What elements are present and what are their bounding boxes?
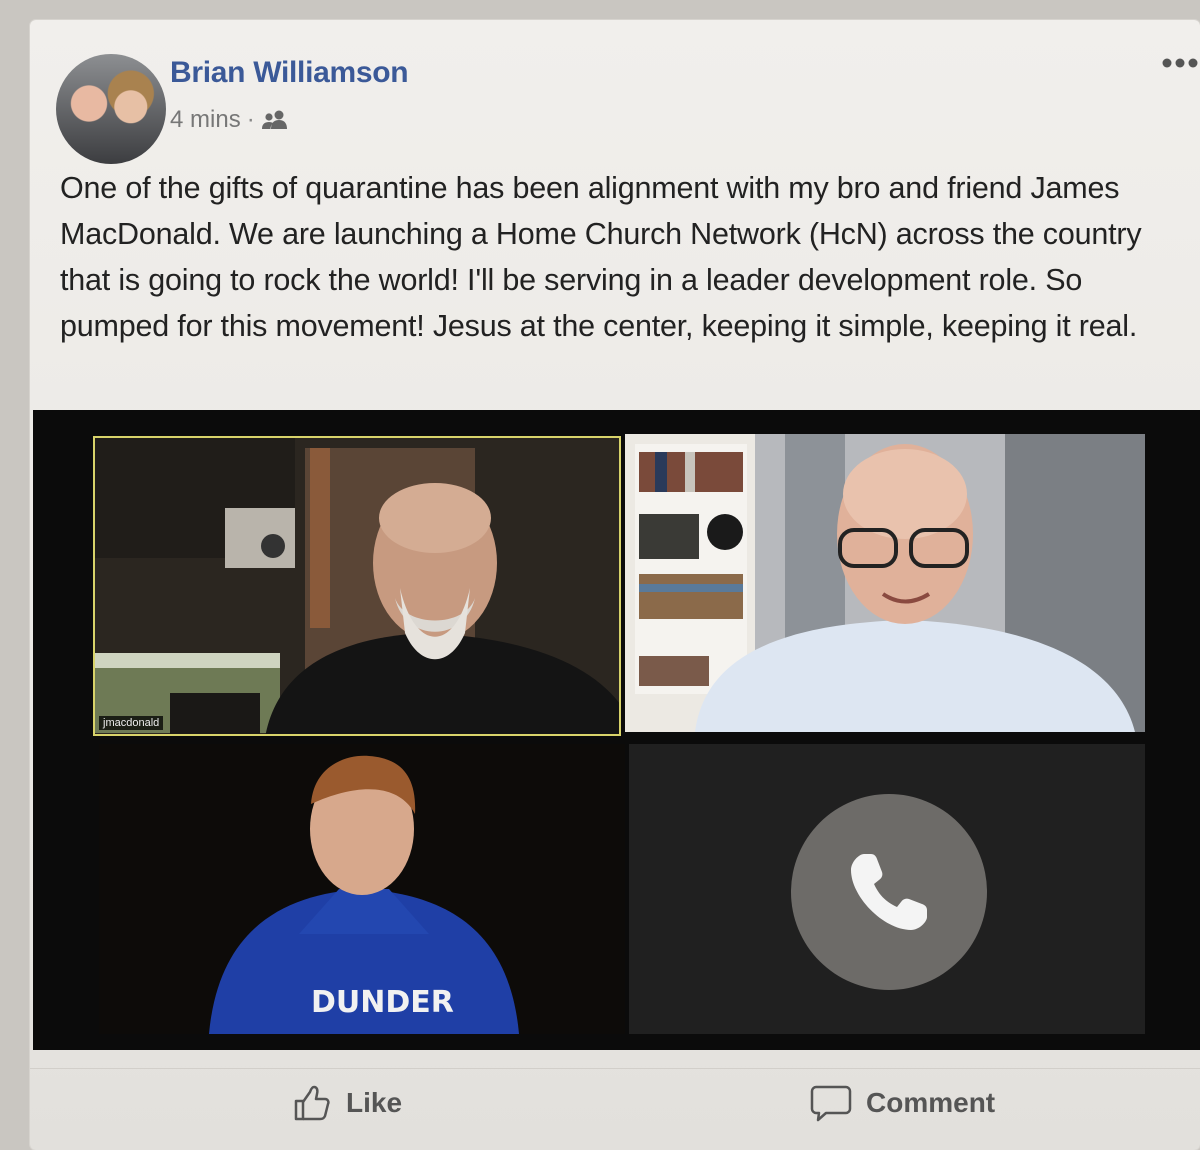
participant-tile-2 [625, 434, 1145, 732]
more-options-icon[interactable] [1160, 56, 1200, 70]
like-label: Like [346, 1087, 403, 1118]
participant-video: DUNDER [99, 744, 625, 1034]
comment-button[interactable]: Comment [810, 1083, 995, 1123]
phone-icon [851, 854, 927, 930]
audio-only-indicator [791, 794, 987, 990]
post-time[interactable]: 4 mins [170, 106, 241, 134]
participant-video [95, 438, 619, 734]
post-actions: Like Comment [30, 1068, 1200, 1150]
post-text: One of the gifts of quarantine has been … [60, 171, 1142, 343]
comment-icon [810, 1085, 852, 1122]
participant-tile-jmacdonald: jmacdonald [93, 436, 621, 736]
participant-tile-audio-only [629, 744, 1145, 1034]
shirt-text: DUNDER [311, 985, 454, 1020]
post-meta: 4 mins · [170, 106, 289, 134]
like-button[interactable]: Like [292, 1083, 402, 1123]
author-avatar[interactable] [56, 54, 166, 164]
meta-separator: · [246, 106, 255, 133]
video-call-image[interactable]: jmacdonald DUNDER [33, 410, 1200, 1050]
post-card: Brian Williamson 4 mins · One of the gif… [30, 20, 1200, 1150]
participant-name-tag: jmacdonald [99, 716, 164, 730]
participant-video [625, 434, 1145, 732]
comment-label: Comment [866, 1087, 996, 1118]
friends-icon[interactable] [261, 109, 289, 131]
author-name[interactable]: Brian Williamson [170, 56, 409, 90]
thumbs-up-icon [294, 1085, 330, 1121]
participant-tile-3: DUNDER [99, 744, 625, 1034]
